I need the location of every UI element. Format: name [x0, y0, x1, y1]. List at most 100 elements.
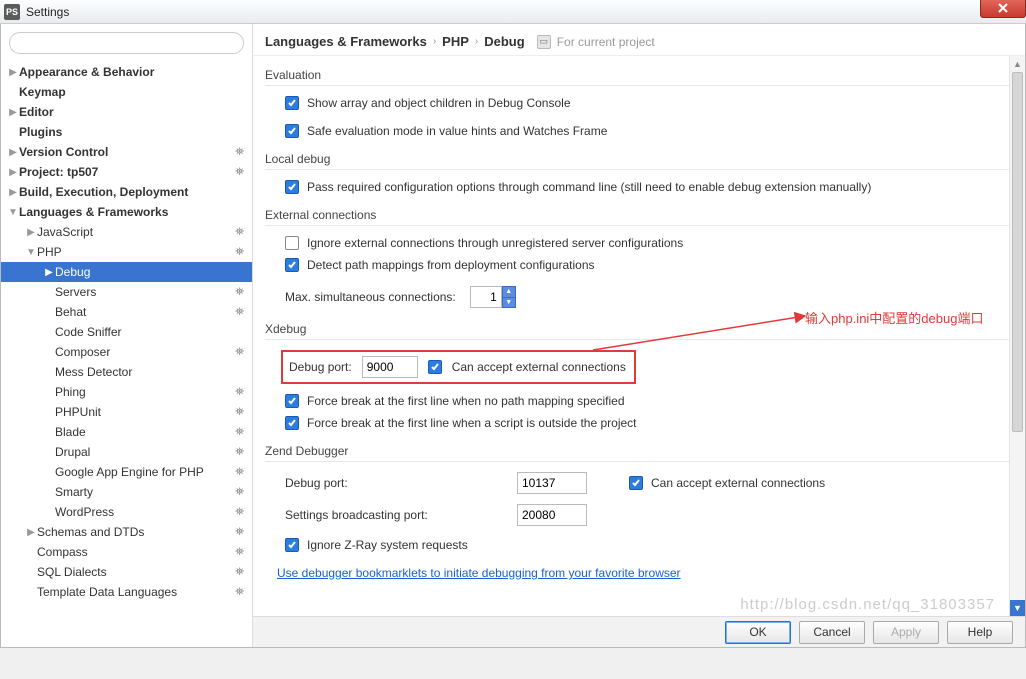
tree-item[interactable]: SQL Dialects⛯ — [1, 562, 252, 582]
cancel-button[interactable]: Cancel — [799, 621, 865, 644]
tree-item[interactable]: ▶Appearance & Behavior — [1, 62, 252, 82]
apply-button[interactable]: Apply — [873, 621, 939, 644]
tree-item[interactable]: ▼PHP⛯ — [1, 242, 252, 262]
tree-item-label: Servers — [55, 285, 96, 299]
tree-item[interactable]: Smarty⛯ — [1, 482, 252, 502]
scrollbar[interactable]: ▲ ▼ — [1009, 56, 1025, 616]
tree-item[interactable]: ▶Project: tp507⛯ — [1, 162, 252, 182]
gear-icon: ⛯ — [235, 286, 244, 299]
spinner-up-icon[interactable]: ▲ — [502, 286, 516, 297]
tree-item[interactable]: Plugins — [1, 122, 252, 142]
checkbox-pass-config[interactable] — [285, 180, 299, 194]
tree-item-label: WordPress — [55, 505, 114, 519]
tree-item-label: Schemas and DTDs — [37, 525, 144, 539]
tree-item[interactable]: Servers ⛯ — [1, 282, 252, 302]
section-zend: Zend Debugger Debug port: Can accept ext… — [265, 444, 1009, 552]
tree-item[interactable]: ▶JavaScript⛯ — [1, 222, 252, 242]
tree-item[interactable]: Mess Detector — [1, 362, 252, 382]
tree-arrow-icon: ▼ — [7, 207, 19, 218]
tree-item-label: Languages & Frameworks — [19, 205, 168, 219]
tree-item-label: Behat — [55, 305, 86, 319]
tree-item[interactable]: Compass⛯ — [1, 542, 252, 562]
tree-arrow-icon: ▶ — [7, 107, 19, 118]
tree-item-label: Compass — [37, 545, 88, 559]
tree-item[interactable]: ▶Build, Execution, Deployment — [1, 182, 252, 202]
tree-item[interactable]: Composer ⛯ — [1, 342, 252, 362]
tree-item[interactable]: Keymap — [1, 82, 252, 102]
scroll-thumb[interactable] — [1012, 72, 1023, 432]
tree-item[interactable]: Template Data Languages⛯ — [1, 582, 252, 602]
label-zray: Ignore Z-Ray system requests — [307, 538, 468, 552]
gear-icon: ⛯ — [235, 386, 244, 399]
checkbox-zray[interactable] — [285, 538, 299, 552]
tree-item[interactable]: ▶Version Control⛯ — [1, 142, 252, 162]
checkbox-ignore-ext[interactable] — [285, 236, 299, 250]
spinner-down-icon[interactable]: ▼ — [502, 297, 516, 309]
help-button[interactable]: Help — [947, 621, 1013, 644]
content-scroller[interactable]: Evaluation Show array and object childre… — [253, 56, 1025, 616]
scroll-down-icon[interactable]: ▼ — [1010, 600, 1025, 616]
tree-item-label: Drupal — [55, 445, 90, 459]
breadcrumb-c: Debug — [484, 34, 524, 49]
tree-item-label: Debug — [55, 265, 90, 279]
tree-item[interactable]: WordPress ⛯ — [1, 502, 252, 522]
tree-item-label: Keymap — [19, 85, 66, 99]
zend-port-input[interactable] — [517, 472, 587, 494]
xdebug-port-input[interactable] — [362, 356, 418, 378]
tree-item-label: Composer — [55, 345, 110, 359]
tree-item-label: SQL Dialects — [37, 565, 107, 579]
checkbox-detect-path[interactable] — [285, 258, 299, 272]
label-broadcast: Settings broadcasting port: — [285, 508, 505, 522]
settings-tree[interactable]: ▶Appearance & BehaviorKeymap▶EditorPlugi… — [1, 62, 252, 647]
tree-arrow-icon: ▶ — [7, 67, 19, 78]
tree-item[interactable]: Drupal⛯ — [1, 442, 252, 462]
label-show-array: Show array and object children in Debug … — [307, 96, 571, 110]
project-label: For current project — [557, 35, 655, 49]
checkbox-show-array[interactable] — [285, 96, 299, 110]
max-conn-input[interactable] — [470, 286, 502, 308]
tree-item-label: Blade — [55, 425, 86, 439]
checkbox-force2[interactable] — [285, 416, 299, 430]
ok-button[interactable]: OK — [725, 621, 791, 644]
tree-item-label: Mess Detector — [55, 365, 132, 379]
gear-icon: ⛯ — [235, 346, 244, 359]
section-title: Xdebug — [265, 322, 1009, 340]
tree-item-label: Project: tp507 — [19, 165, 98, 179]
search-input[interactable] — [9, 32, 244, 54]
spinner[interactable]: ▲▼ — [502, 286, 516, 308]
tree-arrow-icon: ▶ — [25, 527, 37, 538]
tree-item[interactable]: Google App Engine for PHP⛯ — [1, 462, 252, 482]
tree-item[interactable]: ▶Editor — [1, 102, 252, 122]
tree-item[interactable]: ▶Debug — [1, 262, 252, 282]
tree-item[interactable]: Phing⛯ — [1, 382, 252, 402]
checkbox-zend-accept[interactable] — [629, 476, 643, 490]
tree-item[interactable]: Behat⛯ — [1, 302, 252, 322]
checkbox-force1[interactable] — [285, 394, 299, 408]
tree-item[interactable]: Code Sniffer — [1, 322, 252, 342]
bookmarklets-link[interactable]: Use debugger bookmarklets to initiate de… — [277, 566, 681, 580]
tree-arrow-icon: ▶ — [7, 147, 19, 158]
tree-item[interactable]: PHPUnit⛯ — [1, 402, 252, 422]
gear-icon: ⛯ — [235, 406, 244, 419]
scroll-up-icon[interactable]: ▲ — [1010, 56, 1025, 72]
gear-icon: ⛯ — [235, 506, 244, 519]
tree-item[interactable]: ▼Languages & Frameworks — [1, 202, 252, 222]
label-ignore-ext: Ignore external connections through unre… — [307, 236, 683, 250]
close-button[interactable] — [980, 0, 1026, 18]
breadcrumb-a: Languages & Frameworks — [265, 34, 427, 49]
tree-arrow-icon: ▶ — [25, 227, 37, 238]
broadcast-port-input[interactable] — [517, 504, 587, 526]
tree-item-label: Appearance & Behavior — [19, 65, 154, 79]
gear-icon: ⛯ — [235, 526, 244, 539]
tree-item-label: JavaScript — [37, 225, 93, 239]
chevron-right-icon: › — [433, 36, 436, 47]
gear-icon: ⛯ — [235, 146, 244, 159]
section-xdebug: Xdebug 输入php.ini中配置的debug端口 Debug port: … — [265, 322, 1009, 430]
project-icon: ▭ — [537, 35, 551, 49]
checkbox-xdebug-accept[interactable] — [428, 360, 442, 374]
tree-item[interactable]: Blade⛯ — [1, 422, 252, 442]
tree-item[interactable]: ▶Schemas and DTDs ⛯ — [1, 522, 252, 542]
label-pass-config: Pass required configuration options thro… — [307, 180, 871, 194]
checkbox-safe-eval[interactable] — [285, 124, 299, 138]
label-force2: Force break at the first line when a scr… — [307, 416, 637, 430]
